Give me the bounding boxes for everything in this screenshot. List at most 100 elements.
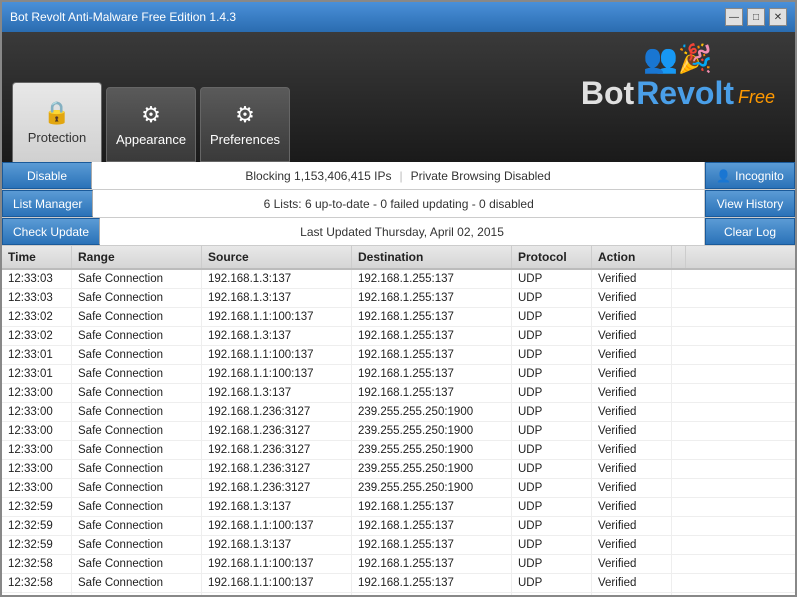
list-manager-button[interactable]: List Manager [2,190,93,217]
cell-2-0: 12:33:02 [2,308,72,326]
cell-12-5: Verified [592,498,672,516]
tab-preferences-label: Preferences [210,132,280,147]
table-row: 12:33:01Safe Connection192.168.1.1:100:1… [2,365,795,384]
cell-4-3: 192.168.1.255:137 [352,346,512,364]
tab-protection[interactable]: 🔒 Protection [12,82,102,162]
cell-13-5: Verified [592,517,672,535]
incognito-button[interactable]: 👤 Incognito [705,162,795,189]
cell-3-2: 192.168.1.3:137 [202,327,352,345]
cell-16-3: 192.168.1.255:137 [352,574,512,592]
cell-8-4: UDP [512,422,592,440]
logo-figures: 👥🎉 [643,42,713,75]
cell-2-2: 192.168.1.1:100:137 [202,308,352,326]
cell-13-0: 12:32:59 [2,517,72,535]
col-destination: Destination [352,246,512,268]
table-row: 12:33:00Safe Connection192.168.1.236:312… [2,460,795,479]
cell-10-3: 239.255.255.250:1900 [352,460,512,478]
window-title: Bot Revolt Anti-Malware Free Edition 1.4… [10,10,236,24]
cell-16-5: Verified [592,574,672,592]
table-header: Time Range Source Destination Protocol A… [2,246,795,270]
check-update-button[interactable]: Check Update [2,218,100,245]
view-history-button[interactable]: View History [705,190,795,217]
table-row: 12:33:02Safe Connection192.168.1.3:13719… [2,327,795,346]
cell-5-3: 192.168.1.255:137 [352,365,512,383]
cell-11-1: Safe Connection [72,479,202,497]
main-window: Bot Revolt Anti-Malware Free Edition 1.4… [0,0,797,597]
cell-7-1: Safe Connection [72,403,202,421]
incognito-icon: 👤 [716,169,731,183]
table-row: 12:33:00Safe Connection192.168.1.236:312… [2,422,795,441]
logo-free: Free [738,87,775,108]
tab-appearance-label: Appearance [116,132,186,147]
cell-17-5: Verified [592,593,672,595]
cell-7-5: Verified [592,403,672,421]
cell-2-5: Verified [592,308,672,326]
cell-4-0: 12:33:01 [2,346,72,364]
cell-7-3: 239.255.255.250:1900 [352,403,512,421]
controls-area: Disable Blocking 1,153,406,415 IPs | Pri… [2,162,795,246]
cell-16-1: Safe Connection [72,574,202,592]
cell-17-3: 192.168.1.93:20:443 [352,593,512,595]
cell-3-3: 192.168.1.255:137 [352,327,512,345]
cell-6-2: 192.168.1.3:137 [202,384,352,402]
cell-15-2: 192.168.1.1:100:137 [202,555,352,573]
cell-8-1: Safe Connection [72,422,202,440]
cell-6-4: UDP [512,384,592,402]
tab-appearance[interactable]: ⚙ Appearance [106,87,196,162]
cell-10-0: 12:33:00 [2,460,72,478]
disable-button[interactable]: Disable [2,162,92,189]
cell-1-4: UDP [512,289,592,307]
tab-preferences[interactable]: ⚙ Preferences [200,87,290,162]
cell-5-2: 192.168.1.1:100:137 [202,365,352,383]
table-row: 12:33:00Safe Connection192.168.1.3:13719… [2,384,795,403]
table-row: 12:32:58Safe Connection192.168.1.1:100:1… [2,574,795,593]
logo-bot: Bot [581,75,634,112]
cell-0-2: 192.168.1.3:137 [202,270,352,288]
cell-1-2: 192.168.1.3:137 [202,289,352,307]
cell-0-5: Verified [592,270,672,288]
table-row: 12:33:00Safe Connection192.168.1.236:312… [2,479,795,498]
cell-6-1: Safe Connection [72,384,202,402]
clear-log-button[interactable]: Clear Log [705,218,795,245]
maximize-button[interactable]: □ [747,8,765,26]
cell-5-1: Safe Connection [72,365,202,383]
cell-12-3: 192.168.1.255:137 [352,498,512,516]
cell-12-1: Safe Connection [72,498,202,516]
close-button[interactable]: ✕ [769,8,787,26]
minimize-button[interactable]: — [725,8,743,26]
table-row: 12:33:01Safe Connection192.168.1.1:100:1… [2,346,795,365]
cell-13-1: Safe Connection [72,517,202,535]
col-source: Source [202,246,352,268]
cell-3-4: UDP [512,327,592,345]
cell-9-0: 12:33:00 [2,441,72,459]
cell-11-2: 192.168.1.236:3127 [202,479,352,497]
cell-8-3: 239.255.255.250:1900 [352,422,512,440]
cell-0-0: 12:33:03 [2,270,72,288]
table-body[interactable]: 12:33:03Safe Connection192.168.1.3:13719… [2,270,795,595]
cell-11-3: 239.255.255.250:1900 [352,479,512,497]
cell-4-5: Verified [592,346,672,364]
cell-3-0: 12:33:02 [2,327,72,345]
cell-4-4: UDP [512,346,592,364]
cell-11-5: Verified [592,479,672,497]
cell-9-2: 192.168.1.236:3127 [202,441,352,459]
bar-row-2: List Manager 6 Lists: 6 up-to-date - 0 f… [2,190,795,218]
col-scrollbar-placeholder [672,246,686,268]
cell-5-0: 12:33:01 [2,365,72,383]
cell-10-4: UDP [512,460,592,478]
table-row: 12:33:03Safe Connection192.168.1.3:13719… [2,289,795,308]
last-updated-label: Last Updated Thursday, April 02, 2015 [100,218,705,245]
cell-12-4: UDP [512,498,592,516]
cell-0-3: 192.168.1.255:137 [352,270,512,288]
cell-10-1: Safe Connection [72,460,202,478]
cell-9-3: 239.255.255.250:1900 [352,441,512,459]
cell-6-3: 192.168.1.255:137 [352,384,512,402]
table-row: 12:33:00Safe Connection192.168.1.236:312… [2,403,795,422]
cell-1-5: Verified [592,289,672,307]
cell-9-4: UDP [512,441,592,459]
cell-6-5: Verified [592,384,672,402]
table-row: 12:33:03Safe Connection192.168.1.3:13719… [2,270,795,289]
cell-0-1: Safe Connection [72,270,202,288]
cell-0-4: UDP [512,270,592,288]
logo-area: 👥🎉 Bot Revolt Free [581,42,775,112]
